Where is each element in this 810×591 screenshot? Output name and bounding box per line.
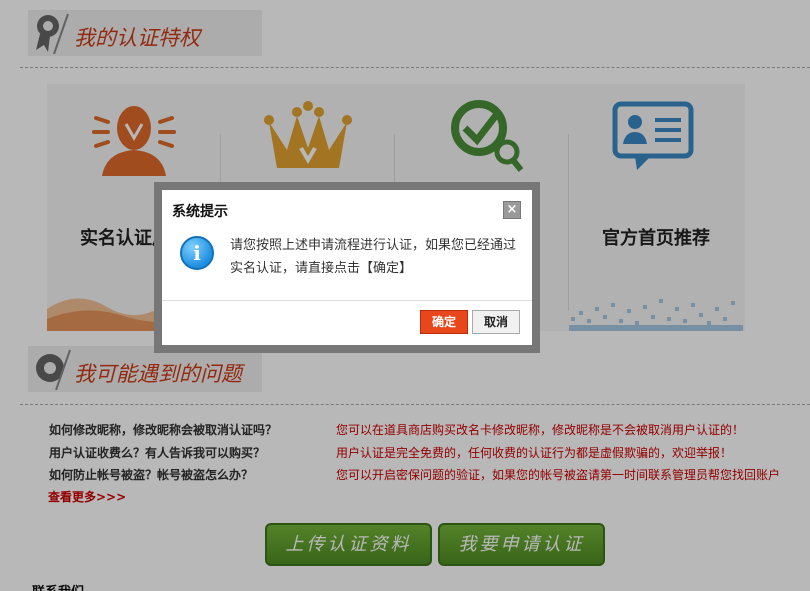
close-icon[interactable]: × [503,201,521,219]
cancel-button[interactable]: 取消 [472,310,520,334]
confirm-button[interactable]: 确定 [420,310,468,334]
system-dialog: 系统提示 × i 请您按照上述申请流程进行认证，如果您已经通过实名认证，请直接点… [162,190,532,345]
info-icon: i [180,236,214,270]
dialog-frame: 系统提示 × i 请您按照上述申请流程进行认证，如果您已经通过实名认证，请直接点… [154,182,540,353]
dialog-message: 请您按照上述申请流程进行认证，如果您已经通过实名认证，请直接点击【确定】 [230,238,517,276]
dialog-title: 系统提示 [172,204,228,220]
dialog-divider [162,300,532,301]
